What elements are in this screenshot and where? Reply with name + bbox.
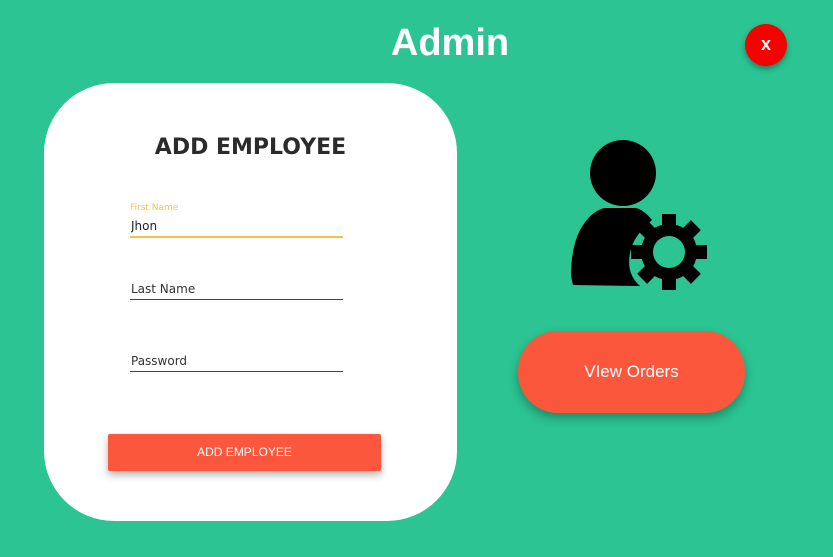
user-gear-icon: [571, 140, 707, 290]
password-field: [130, 338, 343, 372]
password-underline: [130, 371, 343, 372]
first-name-label: First Name: [130, 203, 179, 213]
close-button[interactable]: x: [745, 24, 787, 66]
first-name-underline: [130, 236, 343, 238]
view-orders-button[interactable]: VIew Orders: [518, 331, 745, 413]
add-employee-card: ADD EMPLOYEE First Name ADD EMPLOYEE: [44, 83, 457, 521]
add-employee-button[interactable]: ADD EMPLOYEE: [108, 434, 381, 471]
password-input[interactable]: [130, 352, 343, 371]
first-name-field: First Name: [130, 203, 343, 238]
last-name-underline: [130, 299, 343, 300]
page-title: Admin: [390, 22, 510, 64]
form-heading: ADD EMPLOYEE: [154, 135, 347, 160]
first-name-input[interactable]: [130, 217, 343, 236]
last-name-field: [130, 266, 343, 300]
last-name-input[interactable]: [130, 280, 343, 299]
